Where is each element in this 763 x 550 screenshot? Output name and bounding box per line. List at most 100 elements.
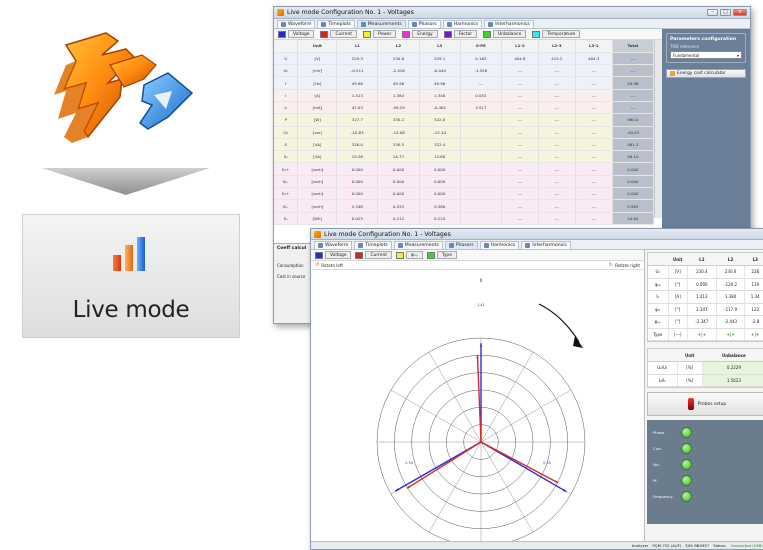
indicator-row: Phase (653, 424, 761, 440)
tab-measurements[interactable]: Measurements (356, 20, 406, 28)
row-name: φᵤ,ᵢ (648, 315, 669, 329)
tab-interharmonics[interactable]: Interharmonics (484, 20, 534, 28)
table-cell: 2.347 (687, 303, 717, 316)
legend-swatch (362, 30, 371, 38)
row-unit: [A] (668, 290, 688, 304)
table-cell: --- (575, 89, 613, 102)
row-unit: [V] (297, 52, 338, 66)
view-tabs: Waveform Timeplots Measurements Phasors Harm… (274, 19, 750, 29)
table-cell: 0.000 (377, 187, 420, 201)
table-cell: 0.000 (419, 187, 461, 201)
tab-waveform[interactable]: Waveform (277, 20, 316, 28)
maximize-button[interactable]: □ (720, 9, 731, 16)
legend-toggle[interactable]: Energy (402, 30, 438, 38)
grid-spoke (428, 351, 482, 443)
live-mode-button[interactable]: Live mode (22, 214, 240, 338)
table-cell: --- (538, 113, 576, 127)
probes-setup-button[interactable]: Probes setup (647, 392, 763, 416)
table-cell: --- (501, 138, 539, 152)
tab-label: Interharmonics (495, 21, 530, 27)
table-cell: 0.052 (460, 89, 502, 102)
column-header: Unbalance (702, 349, 763, 362)
window-titlebar: Live mode Configuration No. 1 - Voltages… (274, 7, 750, 19)
measurements-table: Unit L1 L2 L3 0-PE L1-2 L2-3 L3-1 Total U [V] 229.3… (274, 40, 655, 225)
legend-toggle[interactable]: φᵤ,ᵢ (395, 251, 423, 259)
close-button[interactable]: × (733, 9, 747, 16)
thd-select-value: Fundamental (673, 53, 700, 58)
legend-toggle[interactable]: Voltage (315, 251, 352, 259)
row-name: Eₛ (274, 212, 299, 225)
legend-label: Energy (412, 30, 438, 38)
live-mode-label: Live mode (72, 297, 190, 323)
table-cell: -10.83 (336, 126, 379, 139)
table-row: Eₚ- [varh] 0.000 0.000 0.000 --- --- --- 0.000 (274, 175, 655, 189)
table-cell: 1.384 (716, 290, 746, 304)
tab-harmonics[interactable]: Harmonics (479, 241, 520, 249)
row-name: U (274, 52, 299, 66)
legend-toggle[interactable]: Current (320, 30, 357, 38)
tab-timeplots[interactable]: Timeplots (317, 20, 355, 28)
tab-label: Waveform (288, 21, 312, 27)
legend-toggle[interactable]: Temperature (532, 30, 581, 38)
table-cell: 330.5 (377, 138, 420, 152)
table-cell: --- (501, 199, 539, 213)
calculator-icon (670, 71, 675, 76)
rotate-right-button[interactable]: ↻ Rotate right (609, 262, 640, 268)
legend-toggle[interactable]: Voltage (278, 30, 315, 38)
column-header (648, 253, 669, 266)
legend-toggle[interactable]: Factor (443, 30, 478, 38)
legend-toggle[interactable]: Current (355, 251, 392, 259)
rotate-left-icon: ↺ (315, 262, 320, 268)
indicator-label: Phase (653, 429, 665, 435)
tab-measurements[interactable]: Measurements (393, 241, 443, 249)
thd-select[interactable]: Fundamental ▾ (670, 51, 742, 59)
rotate-left-button[interactable]: ↺ Rotate left (315, 262, 343, 268)
phasor-icon (448, 243, 454, 248)
legend-toggle[interactable]: Unbalance (483, 30, 527, 38)
column-header: L2 (716, 253, 745, 266)
tab-harmonics[interactable]: Harmonics (442, 20, 483, 28)
column-header: Total (612, 40, 655, 53)
legend-toggle[interactable]: Type (426, 251, 457, 259)
table-cell: 3.517 (460, 101, 502, 115)
probes-setup-label: Probes setup (697, 401, 727, 407)
energy-cost-button[interactable]: Energy cost calculator (666, 69, 746, 78)
row-name: Q₁ (274, 126, 299, 139)
row-unit: [varh] (297, 187, 338, 201)
table-cell: --- (575, 101, 613, 115)
tab-phasors[interactable]: Phasors (407, 20, 441, 28)
tab-timeplots[interactable]: Timeplots (354, 241, 392, 249)
minimize-button[interactable]: – (707, 9, 718, 16)
table-cell: -0.462 (419, 101, 461, 115)
row-name: S (274, 138, 299, 152)
table-cell: --- (538, 162, 576, 176)
table-cell: --- (575, 113, 613, 127)
table-cell: --- (460, 76, 502, 90)
table-cell: 322.4 (419, 138, 461, 152)
status-indicators: Phase Curr. Vol. Pf. Frequency (647, 420, 763, 524)
legend-toggle[interactable]: Power (362, 30, 397, 38)
table-cell: 0.163 (460, 52, 502, 66)
table-header-row: Unit Unbalance (648, 349, 763, 362)
table-cell (460, 113, 502, 127)
tab-label: Interharmonics (532, 242, 567, 248)
grid-spoke (480, 389, 572, 443)
tab-interharmonics[interactable]: Interharmonics (521, 241, 571, 249)
status-ok-icon (681, 490, 692, 502)
table-row: I₁ [A] 1.413 1.384 1.34 (648, 290, 763, 304)
table-scrollbar[interactable] (654, 40, 662, 218)
table-cell: --- (538, 101, 576, 115)
row-unit: [VA] (297, 138, 338, 152)
table-row: φᵤ,ᵢ [°] -2.347 -2.443 -2.8 (648, 315, 763, 329)
table-row: Eₚ- [varh] 5.348 0.255 0.380 --- --- --- 5.983 (274, 199, 655, 213)
row-name: U₂ (274, 64, 299, 78)
column-header: L3 (744, 253, 763, 266)
column-header: L1 (687, 253, 717, 266)
tab-waveform[interactable]: Waveform (314, 241, 353, 249)
phasor-zero-label: 0 (480, 278, 483, 283)
table-cell: --- (538, 64, 576, 78)
table-cell: 981.3 (612, 138, 655, 152)
column-header: L1 (336, 40, 379, 53)
table-cell: --- (501, 64, 539, 78)
tab-phasors[interactable]: Phasors (444, 241, 478, 249)
